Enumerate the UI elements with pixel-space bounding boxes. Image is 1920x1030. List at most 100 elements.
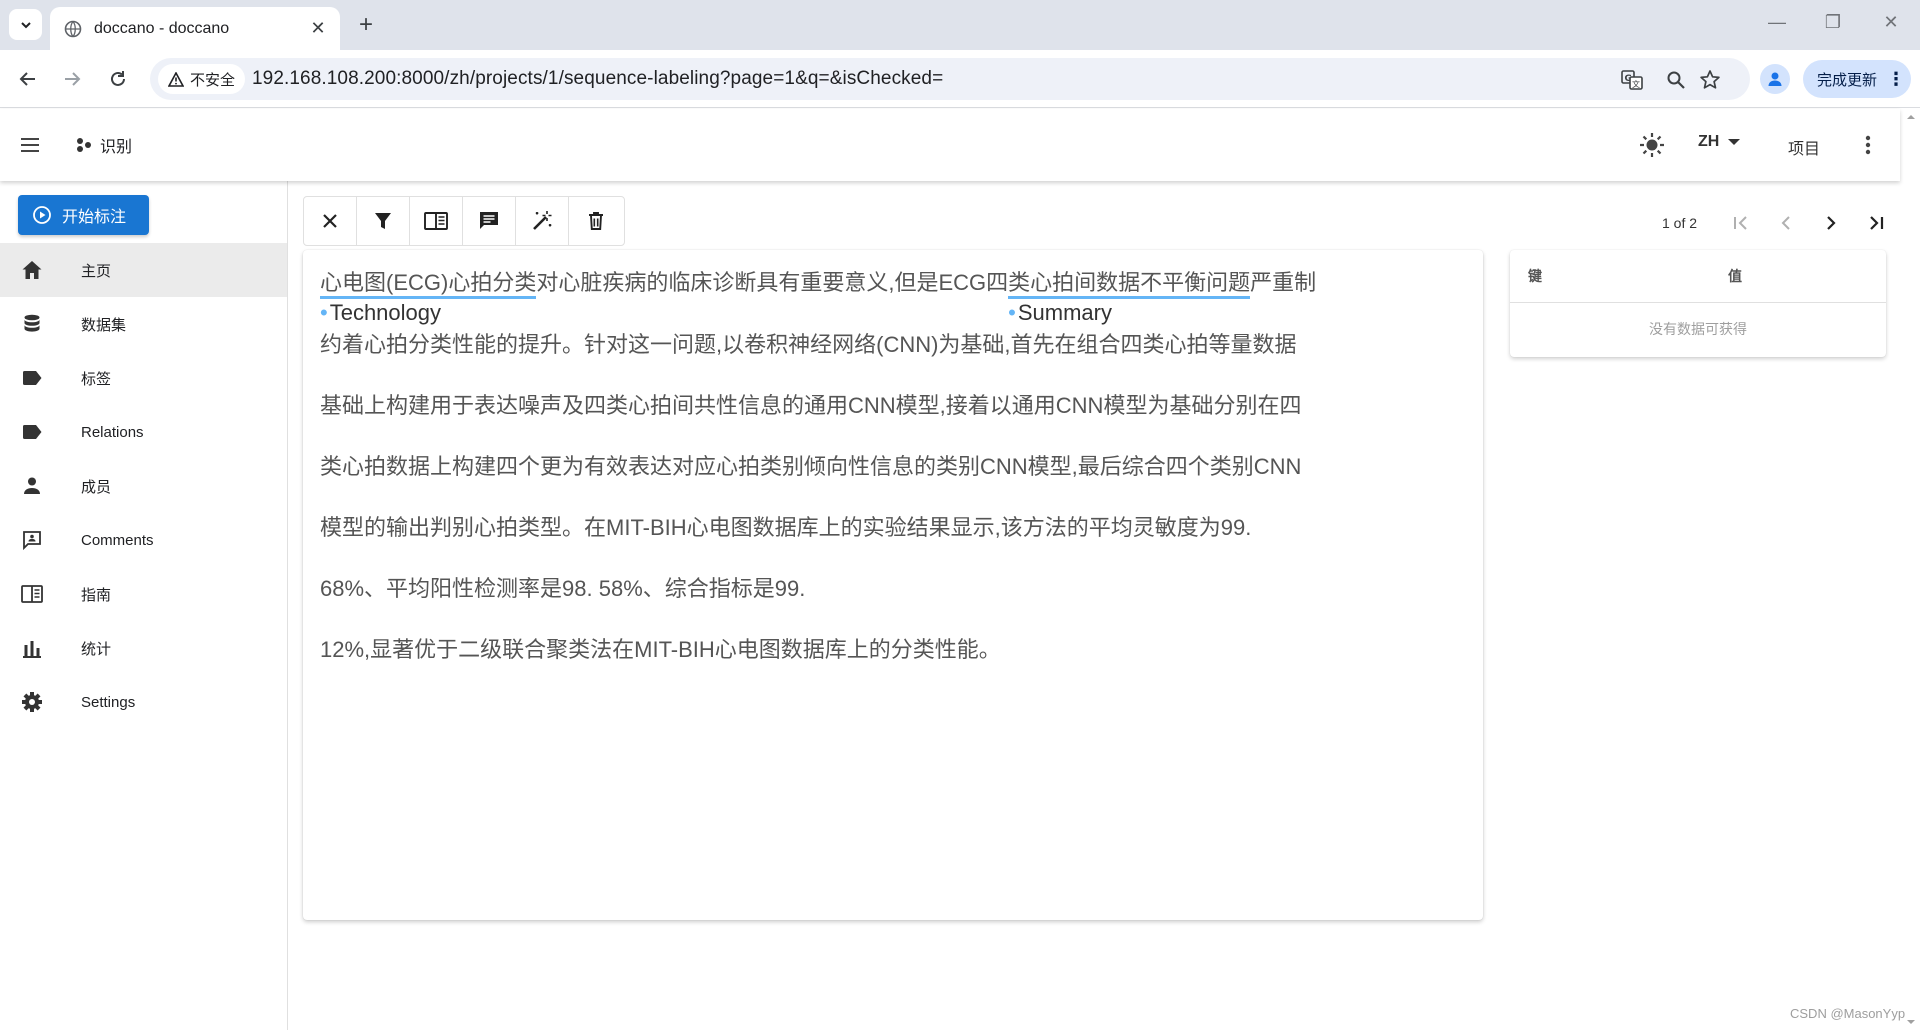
sidebar-item-home[interactable]: 主页 [0,243,287,297]
sidebar-item-guideline[interactable]: 指南 [0,567,287,621]
magnifier-icon [1667,71,1685,89]
start-annotation-button[interactable]: 开始标注 [18,195,149,235]
delete-button[interactable] [569,197,622,245]
drawer-toggle-button[interactable] [18,133,44,157]
chevron-left-icon [1781,216,1790,230]
first-page-button[interactable] [1726,208,1756,238]
chart-icon [20,636,44,660]
plain-text: 对心脏疾病的临床诊断具有重要意义,但是ECG四 [536,270,1009,295]
comment-button[interactable] [463,197,516,245]
magic-wand-icon [533,211,552,230]
window-minimize-button[interactable]: — [1762,12,1792,33]
sidebar-item-label: 统计 [81,640,112,658]
text-line: 12%,显著优于二级联合聚类法在MIT-BIH心电图数据库上的分类性能。 [320,637,1001,662]
back-button[interactable] [14,65,42,93]
project-icon [77,138,91,152]
theme-toggle-button[interactable] [1638,131,1666,159]
svg-text:文: 文 [1632,79,1640,89]
value-column-header[interactable]: 值 [1728,266,1742,286]
pagination: 1 of 2 [1662,208,1891,238]
reload-icon [111,71,125,86]
last-page-button[interactable] [1861,208,1891,238]
watermark: CSDN @MasonYyp [1790,1006,1906,1021]
update-browser-button[interactable]: 完成更新 ⋮ [1803,60,1911,98]
translate-button[interactable]: G文 [1620,68,1644,92]
clear-annotations-button[interactable] [304,197,357,245]
annotation-toolbar [303,196,625,246]
sidebar-item-label: Relations [81,423,144,441]
entity-label-chip[interactable]: Summary [1008,299,1112,326]
text-line: 模型的输出判别心拍类型。在MIT-BIH心电图数据库上的实验结果显示,该方法的平… [320,515,1252,540]
browser-toolbar: 不安全 192.168.108.200:8000/zh/projects/1/s… [0,50,1920,108]
sidebar-item-comments[interactable]: Comments [0,513,287,567]
globe-icon [64,20,82,37]
window-close-button[interactable]: ✕ [1876,12,1906,33]
document-text[interactable]: 心电图(ECG)心拍分类 Technology 对心脏疾病的临床诊断具有重要意义,但… [320,268,1470,696]
sidebar-item-relations[interactable]: Relations [0,405,287,459]
entity-label-chip[interactable]: Technology [320,299,441,326]
browser-tab-bar: doccano - doccano ✕ + — ❐ ✕ [0,0,1920,50]
hamburger-icon [21,138,39,152]
window-restore-button[interactable]: ❐ [1818,12,1848,33]
app-bar: 识别 ZH 项目 [0,109,1900,181]
sidebar-item-label: 数据集 [81,316,127,334]
browser-tab[interactable]: doccano - doccano ✕ [50,7,340,50]
security-chip[interactable]: 不安全 [158,64,246,94]
sidebar-item-statistics[interactable]: 统计 [0,621,287,675]
forward-button[interactable] [58,65,86,93]
chevron-right-icon [1827,216,1836,230]
key-column-header[interactable]: 键 [1528,266,1728,286]
arrow-right-icon [65,72,81,86]
app-menu-button[interactable] [1858,131,1878,159]
sidebar-item-members[interactable]: 成员 [0,459,287,513]
plain-text: 严重制 [1250,270,1317,295]
zoom-button[interactable] [1664,68,1688,92]
page-indicator: 1 of 2 [1662,215,1698,231]
gear-icon [20,690,44,714]
url-text[interactable]: 192.168.108.200:8000/zh/projects/1/seque… [252,58,943,100]
sidebar-item-label: Comments [81,531,154,549]
text-line: 约着心拍分类性能的提升。针对这一问题,以卷积神经网络(CNN)为基础,首先在组合… [320,332,1297,357]
auto-labeling-button[interactable] [516,197,569,245]
entity-text: 类心拍间数据不平衡问题 [1008,270,1251,295]
chevron-down-icon [20,21,31,28]
profile-avatar[interactable] [1760,64,1790,94]
entity-span[interactable]: 心电图(ECG)心拍分类 Technology [320,269,537,325]
sidebar-item-settings[interactable]: Settings [0,675,287,729]
new-tab-button[interactable]: + [352,11,380,39]
star-icon [1700,70,1720,89]
guideline-button[interactable] [410,197,463,245]
filter-button[interactable] [357,197,410,245]
home-icon [20,258,44,282]
sidebar-item-labels[interactable]: 标签 [0,351,287,405]
message-icon [480,212,498,229]
entity-span[interactable]: 类心拍间数据不平衡问题 Summary [1008,269,1251,325]
arrow-left-icon [19,72,35,86]
more-vert-icon [1865,135,1871,155]
start-annotation-label: 开始标注 [62,209,127,226]
projects-button[interactable]: 项目 [1788,135,1820,159]
sidebar-item-label: 指南 [81,586,112,604]
metadata-empty-message: 没有数据可获得 [1649,321,1747,337]
warning-icon [168,71,184,87]
first-page-icon [1734,216,1747,230]
sidebar-item-dataset[interactable]: 数据集 [0,297,287,351]
language-selector[interactable]: ZH [1698,133,1743,151]
project-title[interactable]: 识别 [76,133,132,157]
next-page-button[interactable] [1816,208,1846,238]
previous-page-button[interactable] [1771,208,1801,238]
bookmark-button[interactable] [1698,68,1722,92]
tab-search-button[interactable] [9,9,42,40]
page-scrollbar[interactable] [1902,109,1920,1030]
scroll-up-arrow-icon [1907,115,1915,119]
language-label: ZH [1698,133,1720,150]
sidebar-item-label: 成员 [81,478,112,496]
reload-button[interactable] [104,65,132,93]
metadata-table: 键 值 没有数据可获得 [1510,250,1886,357]
database-icon [20,312,44,336]
tab-close-button[interactable]: ✕ [308,18,328,39]
close-icon [323,214,337,228]
sidebar-item-label: 主页 [81,262,112,280]
security-label: 不安全 [190,71,236,89]
address-bar[interactable]: 不安全 192.168.108.200:8000/zh/projects/1/s… [150,58,1750,100]
